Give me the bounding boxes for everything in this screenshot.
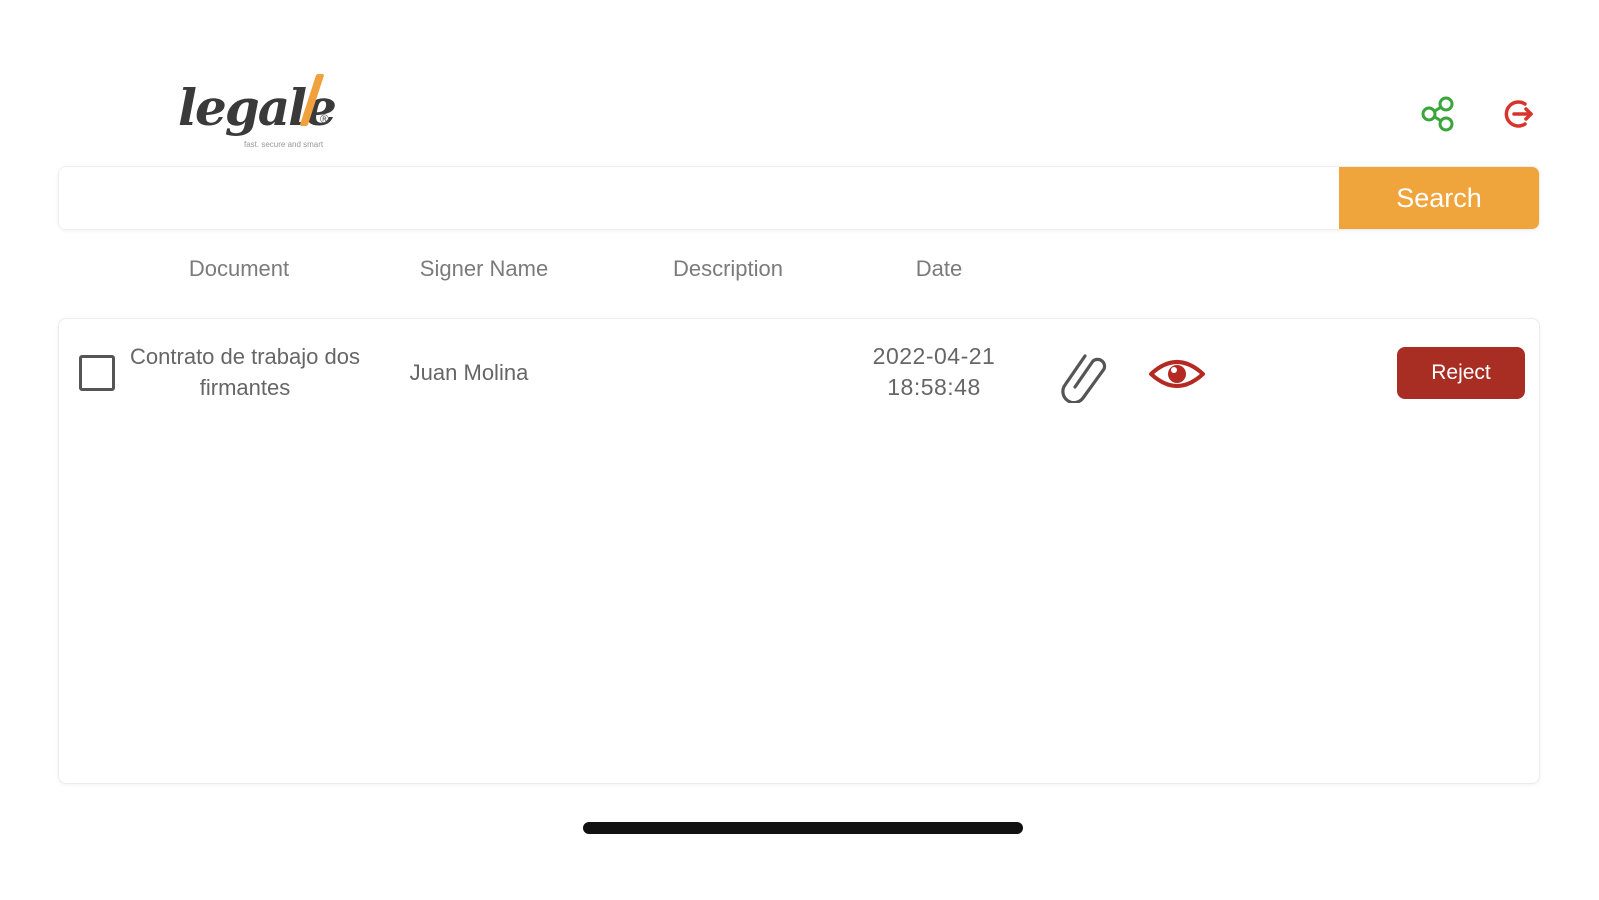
legale-logo: legale ® fast. secure and smart (178, 74, 348, 154)
reject-button[interactable]: Reject (1397, 347, 1525, 399)
logout-button[interactable] (1496, 92, 1540, 136)
search-input[interactable] (59, 167, 1339, 229)
documents-table: Contrato de trabajo dos firmantes Juan M… (58, 318, 1540, 784)
document-date: 2022-04-21 18:58:48 (872, 343, 996, 400)
column-header-date: Date (915, 256, 963, 281)
share-network-icon (1421, 96, 1454, 132)
eye-icon (1149, 360, 1205, 388)
document-name: Contrato de trabajo dos firmantes (130, 344, 360, 400)
logout-icon (1504, 100, 1533, 128)
paperclip-icon (1061, 354, 1107, 403)
logo-tagline: fast. secure and smart (244, 140, 324, 149)
attachment-button[interactable] (1057, 347, 1113, 403)
home-indicator[interactable] (583, 822, 1023, 834)
search-bar: Search (58, 166, 1540, 230)
column-header-document: Document (188, 256, 290, 281)
view-document-button[interactable] (1145, 349, 1209, 399)
column-header-description: Description (672, 256, 784, 281)
row-select-checkbox[interactable] (79, 355, 115, 391)
logo-registered-mark: ® (320, 112, 329, 126)
column-header-signer-name: Signer Name (419, 256, 549, 281)
share-button[interactable] (1416, 92, 1460, 136)
table-row: Contrato de trabajo dos firmantes Juan M… (59, 319, 1539, 429)
signer-name: Juan Molina (409, 360, 529, 385)
search-button[interactable]: Search (1339, 167, 1539, 229)
